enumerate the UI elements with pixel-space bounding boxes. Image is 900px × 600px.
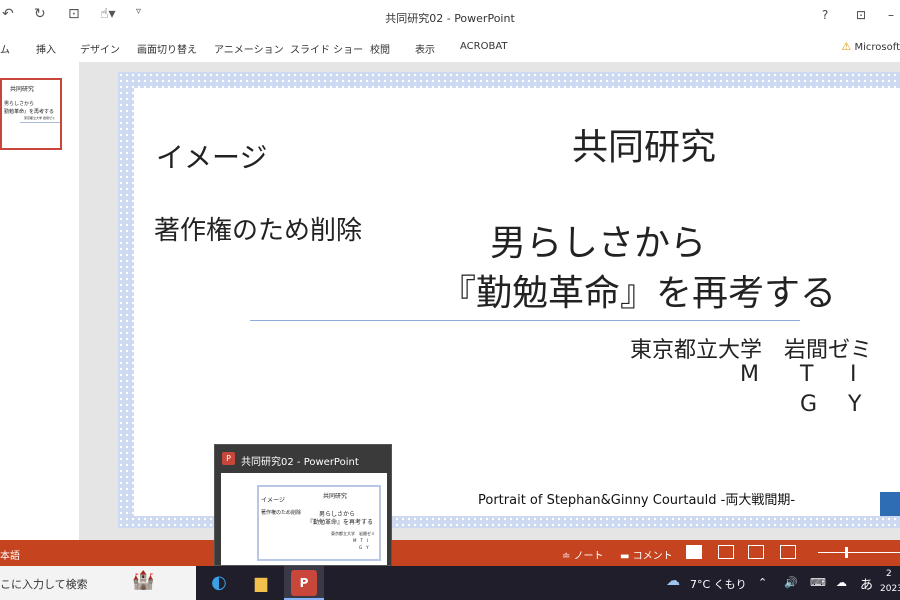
preview-title: 共同研究02 - PowerPoint bbox=[241, 457, 359, 468]
clock-time[interactable]: 2 bbox=[886, 569, 892, 579]
slide-sorter-icon[interactable] bbox=[718, 545, 734, 559]
slide-blue-block bbox=[880, 492, 900, 516]
account-warning[interactable]: ⚠ Microsoft bbox=[841, 40, 900, 53]
status-bar: 本語 ≐ ノート ▬ コメント bbox=[0, 540, 900, 566]
slide-university[interactable]: 東京都立大学 岩間ゼミ bbox=[630, 332, 872, 364]
account-label: Microsoft bbox=[854, 42, 900, 53]
minimize-icon[interactable]: – bbox=[888, 8, 894, 22]
slide-left-note[interactable]: 著作権のため削除 bbox=[154, 210, 362, 247]
slideshow-view-icon[interactable] bbox=[780, 545, 796, 559]
zoom-slider-thumb[interactable] bbox=[845, 547, 848, 558]
ribbon-tabs: ム 挿入 デザイン 画面切り替え アニメーション スライド ショー 校閲 表示 … bbox=[0, 34, 900, 62]
slide-caption[interactable]: Portrait of Stephan&Ginny Courtauld -両大戦… bbox=[478, 489, 795, 508]
notes-button[interactable]: ≐ ノート bbox=[562, 547, 604, 562]
notes-label: ノート bbox=[573, 551, 604, 562]
preview-members-2: G Y bbox=[359, 545, 369, 550]
windows-taskbar: こに入力して検索 🏰 ◐ ▆ P ☁ 7°C くもり ⌃ 🔊 ⌨ ☁ あ 2 2… bbox=[0, 566, 900, 600]
slide-title[interactable]: 共同研究 bbox=[572, 118, 716, 170]
volume-icon[interactable]: 🔊 bbox=[784, 576, 798, 589]
preview-left-note: 著作権のため削除 bbox=[261, 510, 302, 516]
member-initial: I bbox=[850, 362, 857, 387]
slide-left-heading[interactable]: イメージ bbox=[156, 136, 267, 176]
slide-subtitle-line-2[interactable]: 『勤勉革命』を再考する bbox=[440, 264, 836, 316]
slide-thumbnail-pane: 共同研究 男らしさから 勤勉革命』を再考する 東京都立大学 岩間ゼミ bbox=[0, 62, 80, 540]
window-title: 共同研究02 - PowerPoint bbox=[385, 12, 515, 25]
comments-button[interactable]: ▬ コメント bbox=[620, 547, 673, 562]
edge-icon[interactable]: ◐ bbox=[206, 570, 232, 596]
ime-indicator[interactable]: あ bbox=[860, 574, 873, 593]
member-initial: G bbox=[800, 392, 818, 417]
tab-review[interactable]: 校閲 bbox=[370, 41, 390, 56]
thumbnail-line-1: 男らしさから bbox=[4, 101, 35, 107]
tab-slideshow[interactable]: スライド ショー bbox=[290, 41, 363, 56]
comments-label: コメント bbox=[632, 551, 673, 562]
tab-insert[interactable]: 挿入 bbox=[36, 41, 56, 56]
slide-divider bbox=[250, 320, 800, 321]
thumbnail-title: 共同研究 bbox=[10, 86, 35, 93]
member-initial: M bbox=[740, 362, 759, 387]
help-button[interactable]: ? bbox=[822, 8, 828, 22]
slide-subtitle-line-1[interactable]: 男らしさから bbox=[490, 214, 706, 266]
search-highlight-icon: 🏰 bbox=[132, 570, 155, 591]
taskbar-preview[interactable]: P 共同研究02 - PowerPoint イメージ 著作権のため削除 共同研究… bbox=[214, 444, 392, 566]
file-explorer-icon[interactable]: ▆ bbox=[248, 570, 274, 596]
preview-slide-title: 共同研究 bbox=[323, 493, 348, 500]
cloud-icon: ☁ bbox=[666, 573, 680, 589]
slide-thumbnail-1[interactable]: 共同研究 男らしさから 勤勉革命』を再考する 東京都立大学 岩間ゼミ bbox=[0, 78, 62, 150]
weather-text[interactable]: 7°C くもり bbox=[690, 576, 747, 592]
preview-thumbnail: イメージ 著作権のため削除 共同研究 男らしさから 『勤勉革命』を再考する 東京… bbox=[221, 473, 387, 565]
zoom-slider[interactable] bbox=[818, 552, 900, 553]
title-bar: ↶ ↻ ⊡ ☝▾ ▿ 共同研究02 - PowerPoint ? ⊡ – bbox=[0, 0, 900, 34]
tab-acrobat[interactable]: ACROBAT bbox=[460, 41, 508, 52]
onedrive-icon[interactable]: ☁ bbox=[836, 576, 847, 589]
reading-view-icon[interactable] bbox=[748, 545, 764, 559]
tab-transitions[interactable]: 画面切り替え bbox=[137, 41, 197, 56]
normal-view-icon[interactable] bbox=[686, 545, 702, 559]
preview-left-heading: イメージ bbox=[261, 497, 285, 504]
thumbnail-divider bbox=[20, 122, 60, 123]
member-initial: T bbox=[800, 362, 814, 387]
language-indicator[interactable]: 本語 bbox=[0, 547, 20, 562]
keyboard-icon[interactable]: ⌨ bbox=[810, 576, 826, 589]
clock-date[interactable]: 2023 bbox=[880, 584, 900, 594]
ribbon-display-icon[interactable]: ⊡ bbox=[856, 8, 866, 22]
powerpoint-icon: P bbox=[222, 452, 235, 465]
taskbar-search-box[interactable]: こに入力して検索 🏰 bbox=[0, 566, 196, 600]
member-initial: Y bbox=[848, 392, 862, 417]
tab-design[interactable]: デザイン bbox=[80, 41, 120, 56]
chevron-up-icon[interactable]: ⌃ bbox=[758, 576, 767, 589]
preview-sub-2: 『勤勉革命』を再考する bbox=[307, 519, 374, 526]
tab-animations[interactable]: アニメーション bbox=[214, 41, 284, 56]
preview-uni: 東京都立大学 岩間ゼミ bbox=[331, 531, 375, 536]
preview-members-1: M T I bbox=[353, 538, 369, 543]
tab-view[interactable]: 表示 bbox=[415, 41, 435, 56]
warning-icon: ⚠ bbox=[841, 40, 852, 53]
search-placeholder: こに入力して検索 bbox=[0, 578, 88, 591]
thumbnail-line-3: 東京都立大学 岩間ゼミ bbox=[24, 116, 55, 120]
tab-home[interactable]: ム bbox=[0, 41, 10, 56]
thumbnail-line-2: 勤勉革命』を再考する bbox=[4, 109, 55, 115]
preview-slide: イメージ 著作権のため削除 共同研究 男らしさから 『勤勉革命』を再考する 東京… bbox=[257, 485, 381, 561]
powerpoint-taskbar-icon[interactable]: P bbox=[291, 570, 317, 596]
